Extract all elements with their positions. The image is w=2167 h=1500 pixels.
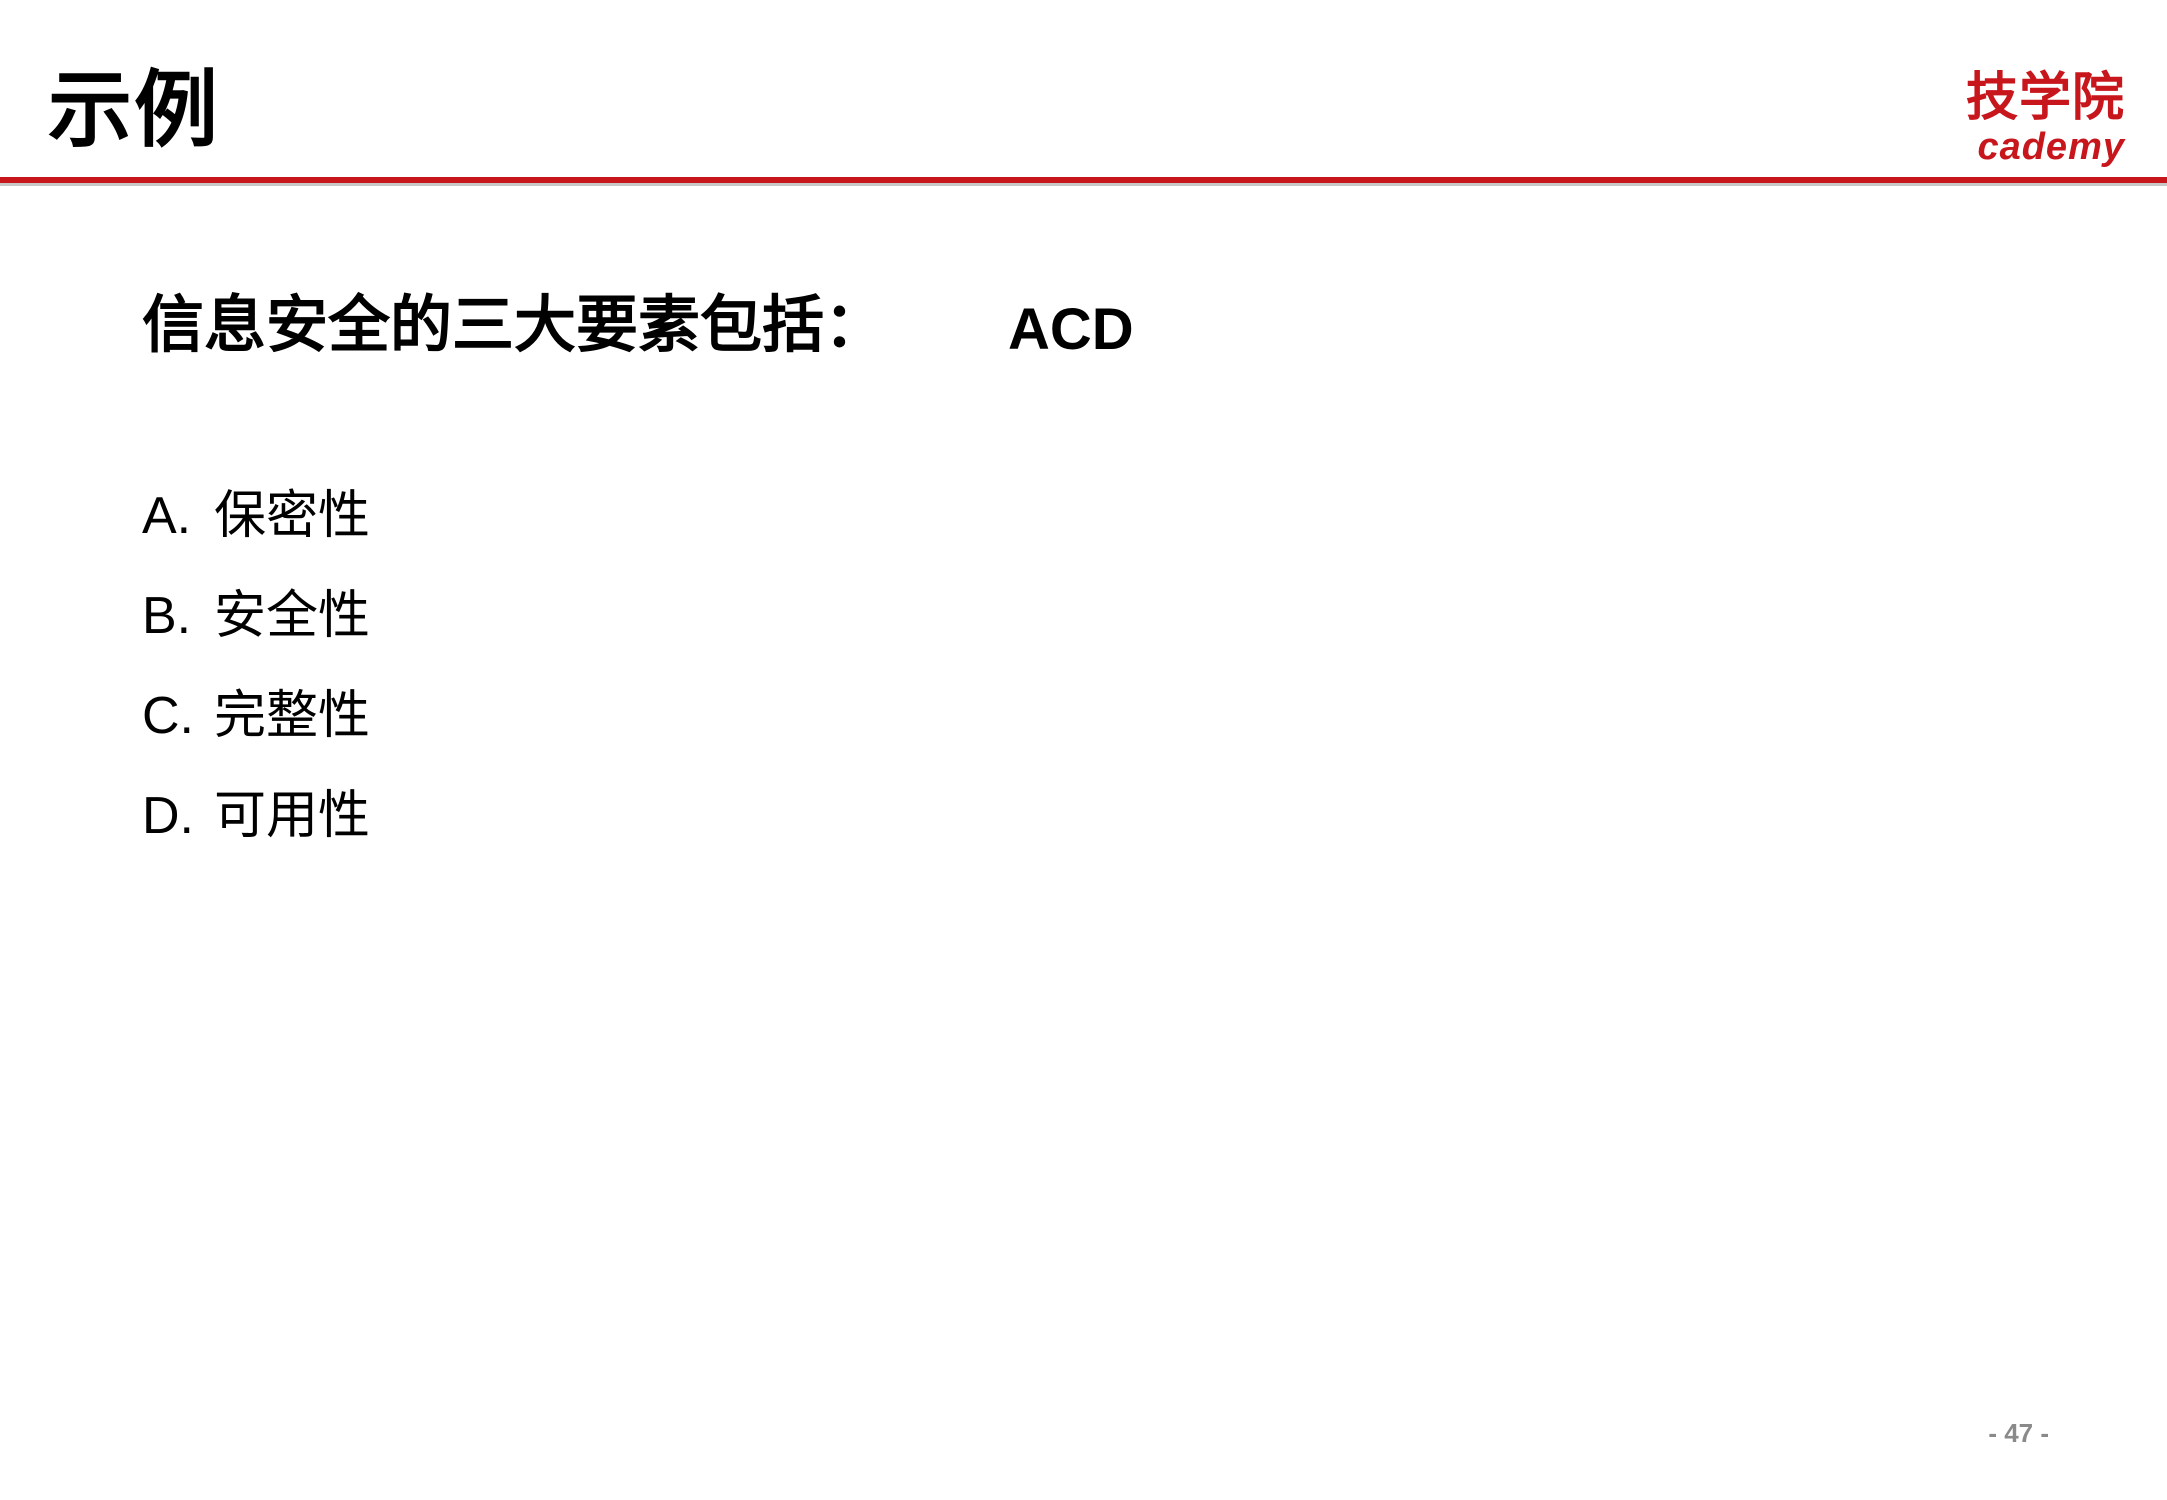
option-item: C. 完整性: [142, 684, 370, 784]
page-number: - 47 -: [1988, 1418, 2049, 1448]
slide-title: 示例: [48, 63, 221, 157]
logo-english-text: cademy: [1977, 126, 2125, 168]
option-text: 可用性: [214, 787, 371, 845]
answer-text: ACD: [1008, 297, 1134, 362]
option-item: D. 可用性: [142, 784, 370, 884]
option-letter: A.: [142, 487, 192, 545]
option-text: 完整性: [214, 687, 371, 745]
option-letter: D.: [142, 787, 194, 845]
brand-logo: 技学院 cademy: [1966, 72, 2125, 166]
option-item: B. 安全性: [142, 584, 370, 684]
logo-chinese-text: 技学院: [1965, 69, 2125, 127]
question-text: 信息安全的三大要素包括：: [142, 291, 887, 360]
option-letter: C.: [142, 687, 194, 745]
option-letter: B.: [142, 587, 192, 645]
option-text: 保密性: [214, 487, 371, 545]
options-list: A. 保密性 B. 安全性 C. 完整性 D. 可用性: [142, 484, 370, 884]
option-text: 安全性: [214, 587, 371, 645]
option-item: A. 保密性: [142, 484, 370, 584]
header-divider-shadow: [0, 183, 2167, 186]
